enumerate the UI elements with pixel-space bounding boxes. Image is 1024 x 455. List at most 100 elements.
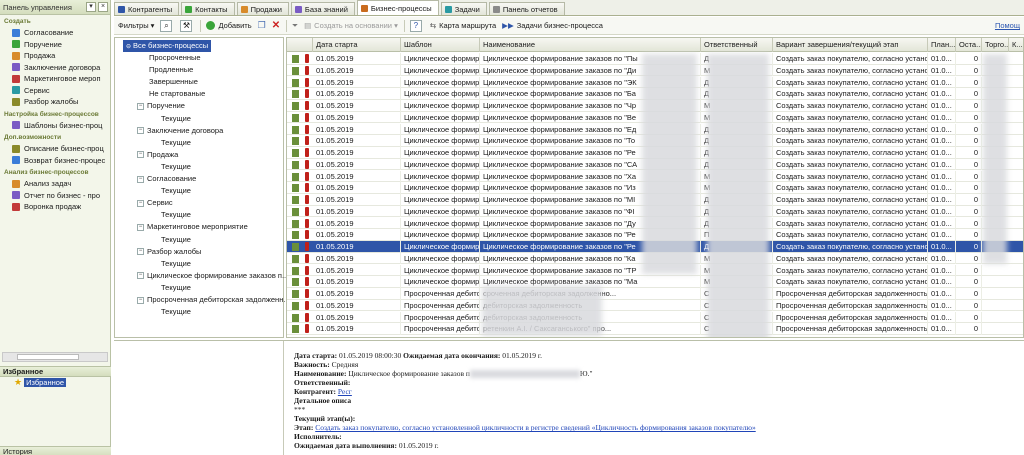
column-header[interactable]: Дата старта — [313, 38, 401, 52]
collapse-icon[interactable]: − — [137, 175, 144, 183]
table-cell: 01.0... — [928, 288, 956, 300]
tree-node-root[interactable]: ⊖ Все бизнес-процессы — [123, 40, 212, 52]
delete-button[interactable]: ✕ — [272, 20, 280, 31]
tab-item[interactable]: Продажи — [236, 2, 289, 15]
favorites-item[interactable]: ★ Избранное — [14, 377, 67, 388]
redaction-blur — [707, 54, 769, 337]
panel-link[interactable]: Воронка продаж — [0, 201, 110, 213]
tab-item[interactable]: Задачи — [440, 2, 487, 15]
column-header[interactable]: Шаблон — [401, 38, 480, 52]
tree-node[interactable]: − Сервис — [137, 197, 173, 209]
pin-icon[interactable]: ▾ — [86, 2, 96, 12]
tree-node[interactable]: − Продажа — [137, 149, 178, 161]
collapse-icon[interactable]: − — [137, 127, 144, 135]
panel-link[interactable]: Описание бизнес-проц — [0, 143, 110, 155]
panel-link[interactable]: Разбор жалобы — [0, 96, 110, 108]
copy-button[interactable]: ❐ — [258, 20, 266, 31]
panel-link[interactable]: Заключение договора — [0, 62, 110, 74]
column-header[interactable]: Ответственный — [701, 38, 773, 52]
stage-link[interactable]: Создать заказ покупателю, согласно устан… — [315, 423, 756, 432]
tree-node-label: Согласование — [147, 174, 197, 183]
tree-node[interactable]: − Маркетинговое мероприятие — [137, 221, 248, 233]
panel-link[interactable]: Продажа — [0, 50, 110, 62]
table-cell: Циклическое формиро... — [401, 194, 480, 206]
close-icon[interactable]: × — [98, 2, 108, 12]
panel-link[interactable]: Маркетинговое мероп — [0, 73, 110, 85]
tab-item[interactable]: База знаний — [290, 2, 355, 15]
route-map-button[interactable]: ⇆ Карта маршрута — [430, 21, 496, 30]
table-cell: 0 — [956, 123, 982, 136]
collapse-icon[interactable]: − — [137, 248, 144, 256]
table-row[interactable]: 01.05.2019Просроченная дебитор...дебитор… — [287, 299, 1023, 312]
tab-item[interactable]: Бизнес-процессы — [356, 0, 439, 15]
contractor-link[interactable]: Ресг — [338, 387, 352, 396]
tree-node[interactable]: − Разбор жалобы — [137, 246, 201, 258]
panel-link[interactable]: Согласование — [0, 27, 110, 39]
tree-node[interactable]: Текущие — [161, 185, 191, 197]
column-header[interactable]: Вариант завершения/текущий этап — [773, 38, 928, 52]
tree-node[interactable]: Текущие — [161, 113, 191, 125]
tree-node[interactable]: Текущие — [161, 137, 191, 149]
column-header[interactable]: Наименование — [480, 38, 701, 52]
importance-flag-icon — [305, 300, 309, 310]
tab-item[interactable]: Контакты — [181, 2, 235, 15]
help-link[interactable]: Помощ — [995, 21, 1020, 30]
tree-node[interactable]: − Поручение — [137, 100, 185, 112]
panel-link[interactable]: Возврат бизнес-процес — [0, 155, 110, 167]
tree-node[interactable]: Текущие — [161, 209, 191, 221]
tree-node[interactable]: Завершенные — [149, 76, 198, 88]
tree-node[interactable]: Не стартованые — [149, 88, 205, 100]
table-cell: 01.0... — [928, 76, 956, 89]
panel-link[interactable]: Шаблоны бизнес-проц — [0, 120, 110, 132]
panel-link[interactable]: Анализ задач — [0, 178, 110, 190]
tree-node[interactable]: Текущие — [161, 306, 191, 318]
table-row[interactable]: 01.05.2019Циклическое формиро...Цикличес… — [287, 276, 1023, 288]
tree-node[interactable]: Продленные — [149, 64, 193, 76]
tree-node[interactable]: Просроченные — [149, 52, 201, 64]
panel-link[interactable]: Отчет по бизнес - про — [0, 190, 110, 202]
add-button[interactable]: Добавить — [206, 21, 252, 30]
tree-node[interactable]: Текущие — [161, 161, 191, 173]
panel-link[interactable]: Сервис — [0, 85, 110, 97]
collapse-icon[interactable]: − — [137, 151, 144, 159]
column-header[interactable]: К... — [1009, 38, 1023, 52]
filters-button[interactable]: Фильтры ▾ — [118, 21, 154, 30]
collapse-icon[interactable]: − — [137, 296, 144, 304]
tab-icon — [360, 4, 368, 12]
tree-node[interactable]: − Просроченная дебиторская задолженн... — [137, 294, 290, 306]
collapse-icon[interactable]: − — [137, 272, 144, 280]
settings-button[interactable]: ⚒ — [180, 19, 194, 32]
bp-tasks-button[interactable]: ▶▶ Задачи бизнес-процесса — [502, 21, 603, 30]
collapse-icon[interactable]: − — [137, 102, 144, 110]
report-button[interactable]: ? — [409, 19, 424, 32]
tree-node[interactable]: Текущие — [161, 282, 191, 294]
table-cell: Просроченная дебитор... — [401, 288, 480, 300]
filter-icon-button[interactable]: ⏷ — [292, 21, 298, 31]
search-button[interactable]: ⌕ — [160, 19, 174, 32]
tab-item[interactable]: Панель отчетов — [488, 2, 565, 15]
collapse-icon[interactable]: − — [137, 223, 144, 231]
tree-node[interactable]: − Согласование — [137, 173, 196, 185]
tree-node[interactable]: Текущие — [161, 234, 191, 246]
table-cell: 0 — [956, 311, 982, 324]
tree-node-label: Просроченная дебиторская задолженн... — [147, 295, 290, 304]
tab-item[interactable]: Контрагенты — [114, 2, 180, 15]
tree-node[interactable]: − Заключение договора — [137, 125, 223, 137]
column-header[interactable]: Оста... — [956, 38, 982, 52]
column-header[interactable]: План... — [928, 38, 956, 52]
panel-link-label: Воронка продаж — [24, 202, 82, 212]
tree-node[interactable]: − Циклическое формирование заказов п... — [137, 270, 288, 282]
create-based-button[interactable]: ▤ Создать на основании ▾ — [304, 21, 398, 30]
collapse-icon[interactable]: − — [137, 199, 144, 207]
tree-node[interactable]: Текущие — [161, 258, 191, 270]
panel-scrollbar[interactable] — [2, 352, 108, 362]
table-row[interactable]: 01.05.2019Просроченная дебитор...дебитор… — [287, 311, 1023, 324]
table-cell: 01.0... — [928, 147, 956, 159]
link-icon — [12, 86, 20, 95]
panel-link[interactable]: Поручение — [0, 39, 110, 51]
table-row[interactable]: 01.05.2019Просроченная дебитор...сроченн… — [287, 288, 1023, 300]
column-header[interactable]: Торго... — [982, 38, 1009, 52]
tree-node-label: Текущие — [161, 258, 191, 268]
table-row[interactable]: 01.05.2019Просроченная дебитор...ретенки… — [287, 323, 1023, 335]
table-cell: Просроченная дебиторская задолженность — [773, 323, 928, 335]
